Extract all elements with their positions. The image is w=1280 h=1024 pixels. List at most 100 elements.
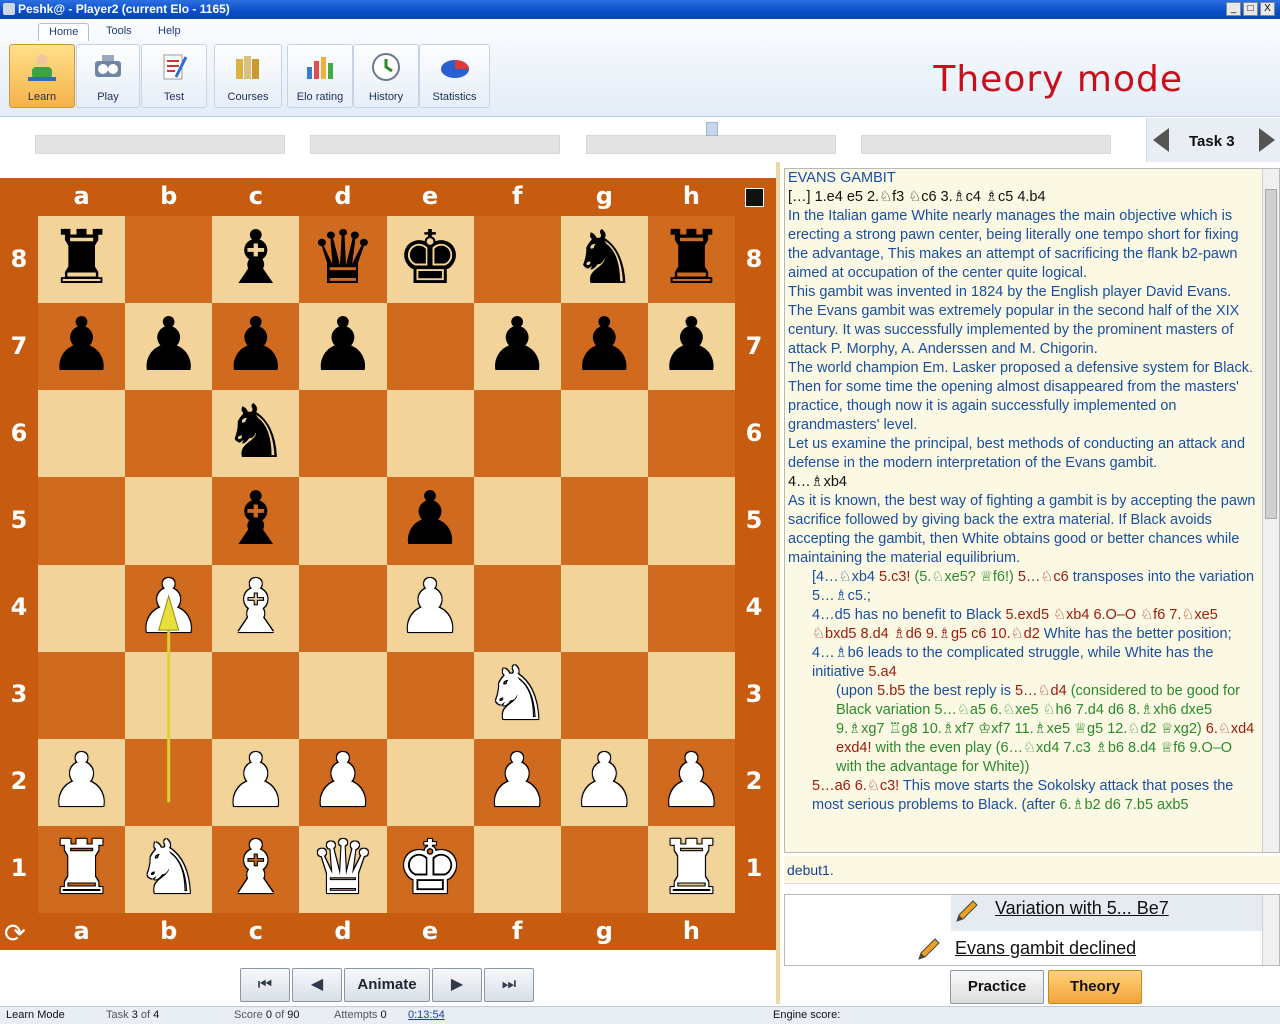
square-g2[interactable]: ♟ xyxy=(560,739,648,826)
square-d8[interactable]: ♛ xyxy=(299,216,387,304)
tab-tools[interactable]: Tools xyxy=(96,23,142,41)
black-queen-icon[interactable]: ♛ xyxy=(299,216,386,303)
square-a6[interactable] xyxy=(38,390,126,478)
white-knight-icon[interactable]: ♞ xyxy=(125,826,212,913)
test-button[interactable]: Test xyxy=(141,44,207,108)
white-bishop-icon[interactable]: ♝ xyxy=(212,826,299,913)
square-f7[interactable]: ♟ xyxy=(473,303,561,391)
white-rook-icon[interactable]: ♜ xyxy=(38,826,125,913)
square-f4[interactable] xyxy=(473,564,561,652)
white-pawn-icon[interactable]: ♟ xyxy=(212,739,299,826)
square-g8[interactable]: ♞ xyxy=(560,216,648,304)
square-c5[interactable]: ♝ xyxy=(212,477,300,565)
square-b8[interactable] xyxy=(125,216,213,304)
square-f1[interactable] xyxy=(473,825,561,913)
tree-item-evans-declined[interactable]: Evans gambit declined xyxy=(955,938,1136,959)
variation-move[interactable]: 5…a6 6.♘c3! xyxy=(812,778,899,794)
square-h7[interactable]: ♟ xyxy=(647,303,735,391)
next-task-button[interactable] xyxy=(1259,128,1275,152)
square-f8[interactable] xyxy=(473,216,561,304)
square-e1[interactable]: ♚ xyxy=(386,826,474,913)
main-line[interactable]: […] 1.e4 e5 2.♘f3 ♘c6 3.♗c4 ♗c5 4.b4 xyxy=(788,188,1259,207)
square-e4[interactable]: ♟ xyxy=(386,564,474,652)
minimize-button[interactable]: _ xyxy=(1226,2,1241,16)
next-move-button[interactable]: ▶ xyxy=(432,968,482,1002)
animate-button[interactable]: Animate xyxy=(344,968,430,1002)
square-g5[interactable] xyxy=(560,477,648,565)
white-bishop-icon[interactable]: ♝ xyxy=(212,564,299,652)
main-line-move[interactable]: 4…♗xb4 xyxy=(788,473,1259,492)
square-h1[interactable]: ♜ xyxy=(647,826,735,913)
square-d2[interactable]: ♟ xyxy=(299,739,387,826)
prev-move-button[interactable]: ◀ xyxy=(292,968,342,1002)
square-c3[interactable] xyxy=(212,651,300,739)
practice-button[interactable]: Practice xyxy=(950,970,1044,1004)
white-pawn-icon[interactable]: ♟ xyxy=(648,739,735,826)
close-button[interactable]: X xyxy=(1260,2,1275,16)
prev-task-button[interactable] xyxy=(1153,128,1169,152)
variation-move[interactable]: 5.b5 xyxy=(877,683,905,699)
learn-button[interactable]: Learn xyxy=(9,44,75,108)
square-h2[interactable]: ♟ xyxy=(647,739,735,826)
square-e5[interactable]: ♟ xyxy=(386,477,474,565)
elo-rating-button[interactable]: Elo rating xyxy=(287,44,353,108)
black-pawn-icon[interactable]: ♟ xyxy=(125,303,212,390)
square-c1[interactable]: ♝ xyxy=(212,826,300,913)
square-a7[interactable]: ♟ xyxy=(38,303,126,391)
white-pawn-icon[interactable]: ♟ xyxy=(125,564,212,652)
black-pawn-icon[interactable]: ♟ xyxy=(212,303,299,390)
square-c7[interactable]: ♟ xyxy=(212,303,300,391)
tab-help[interactable]: Help xyxy=(148,23,191,41)
square-c8[interactable]: ♝ xyxy=(212,216,300,304)
square-c4[interactable]: ♝ xyxy=(212,564,300,652)
square-b7[interactable]: ♟ xyxy=(125,303,213,391)
square-d7[interactable]: ♟ xyxy=(299,303,387,391)
variation-tree[interactable]: Variation with 5... Be7 Evans gambit dec… xyxy=(784,894,1280,966)
square-b4[interactable]: ♟ xyxy=(125,564,213,652)
history-button[interactable]: History xyxy=(353,44,419,108)
tab-home[interactable]: Home xyxy=(38,23,90,41)
square-d1[interactable]: ♛ xyxy=(299,826,387,913)
sub-variation[interactable]: 6.♗b2 d6 7.b5 axb5 xyxy=(1059,797,1188,813)
square-g4[interactable] xyxy=(560,564,648,652)
square-e3[interactable] xyxy=(386,651,474,739)
black-knight-icon[interactable]: ♞ xyxy=(561,216,648,303)
tree-scrollbar[interactable] xyxy=(1262,895,1279,965)
square-g3[interactable] xyxy=(560,651,648,739)
white-queen-icon[interactable]: ♛ xyxy=(299,826,386,913)
maximize-button[interactable]: □ xyxy=(1243,2,1258,16)
square-h6[interactable] xyxy=(647,390,735,478)
square-c6[interactable]: ♞ xyxy=(212,390,300,478)
square-h4[interactable] xyxy=(647,564,735,652)
square-a8[interactable]: ♜ xyxy=(38,216,126,304)
square-f6[interactable] xyxy=(473,390,561,478)
white-king-icon[interactable]: ♚ xyxy=(387,826,474,913)
variation-move[interactable]: 5…♘c6 xyxy=(1018,569,1073,585)
commentary-scrollbar[interactable] xyxy=(1262,169,1279,852)
square-a3[interactable] xyxy=(38,651,126,739)
black-pawn-icon[interactable]: ♟ xyxy=(387,477,474,564)
sub-variation[interactable]: (5.♘xe5? ♕f6!) xyxy=(914,569,1017,585)
theory-button[interactable]: Theory xyxy=(1048,970,1142,1004)
square-d6[interactable] xyxy=(299,390,387,478)
white-pawn-icon[interactable]: ♟ xyxy=(38,739,125,826)
first-move-button[interactable]: ⏮ xyxy=(240,968,290,1002)
square-e8[interactable]: ♚ xyxy=(386,216,474,304)
square-f2[interactable]: ♟ xyxy=(473,739,561,826)
square-f5[interactable] xyxy=(473,477,561,565)
black-bishop-icon[interactable]: ♝ xyxy=(212,216,299,303)
chess-board[interactable]: ♜ ♝ ♛ ♚ ♞ ♜ ♟ ♟ ♟ ♟ ♟ ♟ ♟ ♞ ♝ ♟ ♟ ♝ ♟ ♞ ♟ ♟ ♟ ♟ ♟ ♟ ♜ ♞ ♝ ♛ ♚ ♜ xyxy=(38,216,735,913)
black-rook-icon[interactable]: ♜ xyxy=(648,216,735,303)
square-b2[interactable] xyxy=(125,738,213,826)
square-g1[interactable] xyxy=(560,825,648,913)
square-h8[interactable]: ♜ xyxy=(647,216,735,304)
square-h3[interactable] xyxy=(647,651,735,739)
last-move-button[interactable]: ⏭ xyxy=(484,968,534,1002)
sub-variation[interactable]: with the even play (6…♘xd4 7.c3 ♗b6 8.d4… xyxy=(836,740,1232,775)
black-pawn-icon[interactable]: ♟ xyxy=(38,303,125,390)
square-g7[interactable]: ♟ xyxy=(560,303,648,391)
square-g6[interactable] xyxy=(560,390,648,478)
black-rook-icon[interactable]: ♜ xyxy=(38,216,125,303)
square-h5[interactable] xyxy=(647,477,735,565)
square-b5[interactable] xyxy=(125,477,213,565)
